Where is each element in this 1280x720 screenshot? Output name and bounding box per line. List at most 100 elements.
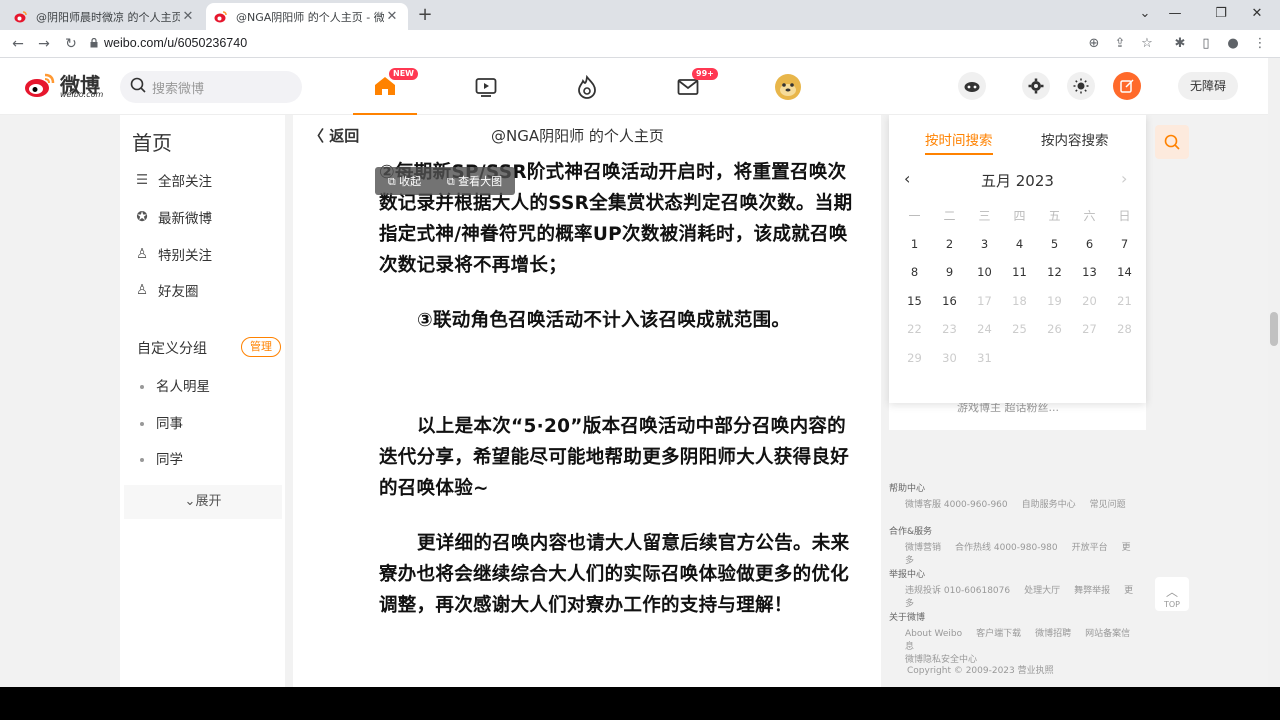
view-large-button[interactable]: ⧉ 查看大图 xyxy=(447,173,502,189)
calendar-day[interactable]: 10 xyxy=(967,265,1002,279)
footer-heading: 合作&服务 xyxy=(889,527,933,537)
calendar-day[interactable]: 5 xyxy=(1037,237,1072,251)
weibo-logo[interactable]: 微博 weibo.com xyxy=(24,72,103,99)
group-item[interactable]: 名人明星 xyxy=(140,375,210,395)
calendar-day[interactable]: 1 xyxy=(897,237,932,251)
calendar-day[interactable]: 7 xyxy=(1107,237,1142,251)
browser-tab[interactable]: @阴阳师晨时微凉 的个人主页 - ✕ xyxy=(6,3,204,30)
sidebar-home-title[interactable]: 首页 xyxy=(132,127,172,156)
footer-link[interactable]: 微博招聘 xyxy=(1035,629,1071,639)
nav-messages[interactable]: 99+ xyxy=(656,58,720,115)
weibo-header: 微博 weibo.com 搜索微博 NEW 99+ 无障碍 xyxy=(0,58,1280,115)
image-paragraph: 以上是本次“5·20”版本召唤活动中部分召唤内容的迭代分享，希望能尽可能地帮助更… xyxy=(379,416,850,499)
close-icon[interactable]: ✕ xyxy=(180,9,196,24)
nav-hot[interactable] xyxy=(555,58,619,115)
tab-title: @NGA阴阳师 的个人主页 - 微博 xyxy=(236,10,384,24)
collapse-button[interactable]: ⧉ 收起 xyxy=(388,173,421,189)
sidebar-item-friends[interactable]: ♙ 好友圈 xyxy=(134,280,199,300)
sidebar-icon[interactable]: ▯ xyxy=(1196,34,1216,54)
window-close-icon[interactable]: ✕ xyxy=(1234,0,1280,30)
close-icon[interactable]: ✕ xyxy=(384,9,400,24)
footer-heading: 关于微博 xyxy=(889,613,926,623)
group-item[interactable]: 同事 xyxy=(140,412,183,432)
browser-tab-active[interactable]: @NGA阴阳师 的个人主页 - 微博 ✕ xyxy=(206,3,408,30)
nav-video[interactable] xyxy=(454,58,518,115)
footer-link[interactable]: About Weibo xyxy=(905,629,962,639)
calendar-day[interactable]: 4 xyxy=(1002,237,1037,251)
tab-title: @阴阳师晨时微凉 的个人主页 - xyxy=(36,10,180,24)
scrollbar-thumb[interactable] xyxy=(1270,312,1278,346)
footer-link[interactable]: 微博营销 xyxy=(905,543,941,553)
calendar-day[interactable]: 3 xyxy=(967,237,1002,251)
accessibility-button[interactable]: 无障碍 xyxy=(1178,72,1238,100)
chevron-down-icon: ⌄ xyxy=(184,494,196,509)
chevron-right-icon[interactable]: › xyxy=(1121,169,1127,188)
chevron-left-icon[interactable]: ‹ xyxy=(904,169,910,188)
calendar-day[interactable]: 11 xyxy=(1002,265,1037,279)
calendar-day[interactable]: 6 xyxy=(1072,237,1107,251)
menu-dots-icon[interactable]: ⋮ xyxy=(1250,34,1270,54)
calendar-day[interactable]: 9 xyxy=(932,265,967,279)
back-button[interactable]: 〈 返回 xyxy=(309,125,359,146)
zoom-icon[interactable]: ⊕ xyxy=(1084,34,1104,54)
group-item[interactable]: 同学 xyxy=(140,448,183,468)
url-text[interactable]: weibo.com/u/6050236740 xyxy=(104,36,247,50)
forward-arrow-icon[interactable]: → xyxy=(34,34,54,54)
message-count-badge: 99+ xyxy=(692,68,718,80)
back-to-top-button[interactable]: ︿ TOP xyxy=(1155,577,1189,611)
search-input[interactable]: 搜索微博 xyxy=(120,71,302,103)
image-toolbar: ⧉ 收起 ⧉ 查看大图 xyxy=(375,167,515,195)
minimize-icon[interactable]: — xyxy=(1152,0,1198,30)
post-image[interactable]: ②每期新SP/SSR阶式神召唤活动开启时，将重置召唤次数记录并根据大人的SSR全… xyxy=(365,155,861,687)
footer-link[interactable]: 客户端下载 xyxy=(976,629,1021,639)
search-icon xyxy=(1164,134,1180,150)
sidebar-item-special[interactable]: ♙ 特别关注 xyxy=(134,244,212,264)
footer-link[interactable]: 开放平台 xyxy=(1072,543,1108,553)
reload-icon[interactable]: ↻ xyxy=(61,34,81,54)
calendar-day[interactable]: 14 xyxy=(1107,265,1142,279)
footer-link[interactable]: 舞弊举报 xyxy=(1074,586,1110,596)
calendar-day[interactable]: 8 xyxy=(897,265,932,279)
nav-profile[interactable] xyxy=(756,58,820,115)
chevron-left-icon: 〈 xyxy=(309,127,330,145)
sun-icon[interactable] xyxy=(1067,72,1095,100)
footer-link[interactable]: 合作热线 4000-980-980 xyxy=(955,543,1058,553)
calendar-day: 18 xyxy=(1012,293,1027,308)
calendar-day[interactable]: 2 xyxy=(932,237,967,251)
calendar-day[interactable]: 15 xyxy=(897,294,932,308)
list-icon: ☰ xyxy=(135,172,149,188)
footer-link[interactable]: 自助服务中心 xyxy=(1022,500,1076,510)
address-bar: ← → ↻ weibo.com/u/6050236740 ⊕ ⇪ ☆ ✱ ▯ ●… xyxy=(0,30,1280,58)
compose-icon[interactable] xyxy=(1113,72,1141,100)
footer-link[interactable]: 处理大厅 xyxy=(1024,586,1060,596)
bookmark-star-icon[interactable]: ☆ xyxy=(1137,34,1157,54)
sidebar-item-latest[interactable]: ✪ 最新微博 xyxy=(134,207,212,227)
footer-link[interactable]: 常见问题 xyxy=(1090,500,1126,510)
expand-button[interactable]: ⌄展开 xyxy=(124,485,282,519)
new-tab-button[interactable]: + xyxy=(414,5,436,27)
footer-link[interactable]: 违规投诉 010-60618076 xyxy=(905,586,1010,596)
share-icon[interactable]: ⇪ xyxy=(1110,34,1130,54)
tab-search-by-content[interactable]: 按内容搜索 xyxy=(1041,129,1109,149)
manage-groups-button[interactable]: 管理 xyxy=(241,337,281,357)
calendar-day[interactable]: 13 xyxy=(1072,265,1107,279)
floating-search-button[interactable] xyxy=(1155,125,1189,159)
extensions-puzzle-icon[interactable]: ✱ xyxy=(1170,34,1190,54)
avatar xyxy=(775,73,801,100)
weibo-favicon-icon xyxy=(214,10,228,24)
calendar-day[interactable]: 16 xyxy=(932,294,967,308)
gear-icon[interactable] xyxy=(1022,72,1050,100)
tab-search-by-time[interactable]: 按时间搜索 xyxy=(925,129,993,155)
user-group-icon: ♙ xyxy=(135,282,149,298)
footer-about: 关于微博 About Weibo 客户端下载 微博招聘 网站备案信息 微博隐私安全中心 xyxy=(889,610,1146,665)
calendar-day[interactable]: 12 xyxy=(1037,265,1072,279)
nav-home[interactable]: NEW xyxy=(353,58,418,115)
game-controller-icon[interactable] xyxy=(958,72,986,100)
scrollbar[interactable] xyxy=(1268,58,1280,687)
footer-link[interactable]: 微博客服 4000-960-960 xyxy=(905,500,1008,510)
back-arrow-icon[interactable]: ← xyxy=(8,34,28,54)
sidebar-item-all-follow[interactable]: ☰ 全部关注 xyxy=(134,170,212,190)
calendar-day: 22 xyxy=(907,322,922,337)
mail-icon xyxy=(677,78,699,95)
profile-avatar-icon[interactable]: ● xyxy=(1223,34,1243,54)
